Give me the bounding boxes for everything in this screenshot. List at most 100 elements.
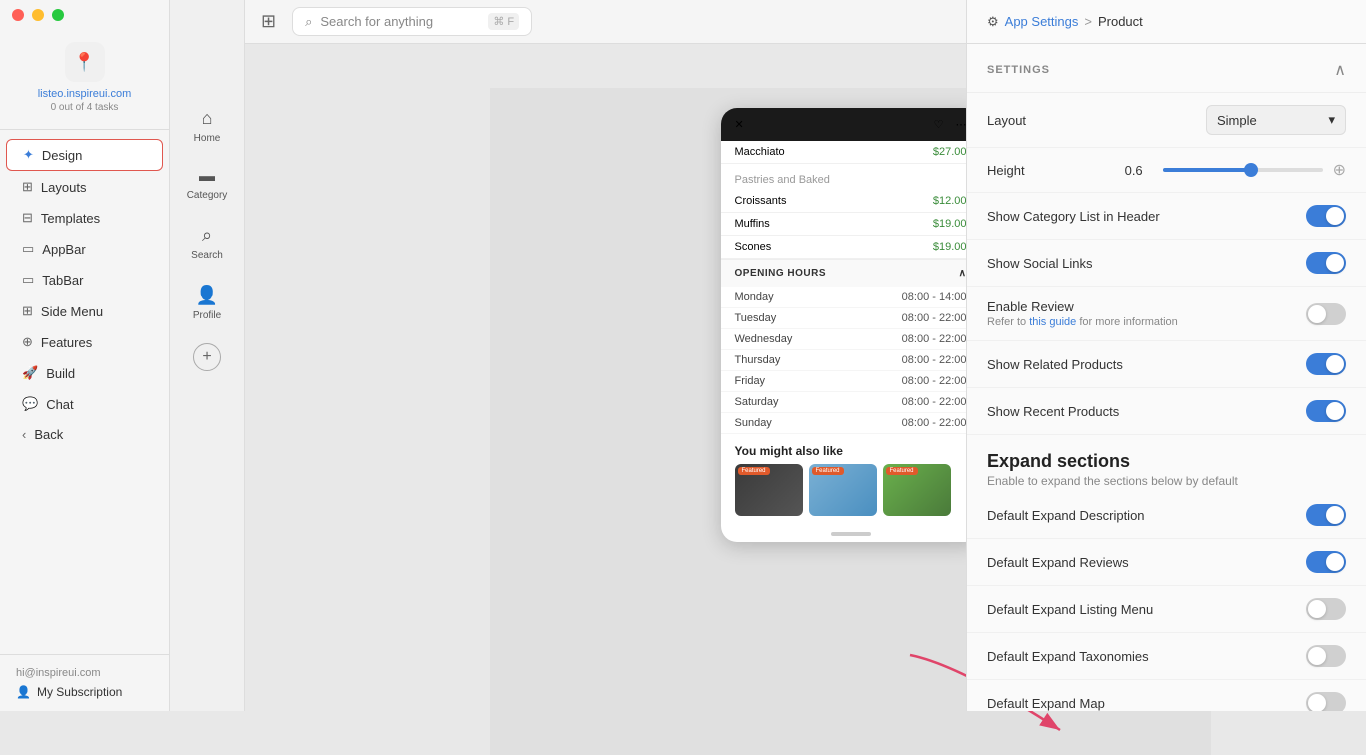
hours-sunday: Sunday 08:00 - 22:00 xyxy=(721,413,981,434)
sidebar-nav: ✦ Design ⊞ Layouts ⊟ Templates ▭ AppBar … xyxy=(0,130,169,654)
subscription-link[interactable]: 👤 My Subscription xyxy=(16,685,153,699)
settings-layout-row: Layout Simple ▾ xyxy=(967,93,1366,148)
sidebar-item-build[interactable]: 🚀 Build xyxy=(6,358,163,388)
sidebar-item-back[interactable]: ‹ Back xyxy=(6,420,163,449)
opening-hours-header[interactable]: OPENING HOURS ∧ xyxy=(721,259,981,287)
nav-home[interactable]: ⌂ Home xyxy=(177,98,237,154)
hours-value: 08:00 - 22:00 xyxy=(902,375,967,387)
item-price: $19.00 xyxy=(933,218,967,230)
toggle-enable-review-switch[interactable] xyxy=(1306,303,1346,325)
toggle-expand-desc-switch[interactable] xyxy=(1306,504,1346,526)
day-label: Friday xyxy=(735,375,766,387)
toggle-show-related: Show Related Products xyxy=(967,341,1366,388)
search-shortcut: ⌘ F xyxy=(488,13,519,30)
sidebar-item-sidemenu[interactable]: ⊞ Side Menu xyxy=(6,296,163,326)
maximize-button[interactable] xyxy=(52,9,64,21)
hours-wednesday: Wednesday 08:00 - 22:00 xyxy=(721,329,981,350)
toggle-expand-map-switch[interactable] xyxy=(1306,692,1346,711)
layouts-icon: ⊞ xyxy=(22,179,33,195)
expand-sections-heading: Expand sections Enable to expand the sec… xyxy=(967,435,1366,492)
templates-icon: ⊟ xyxy=(22,210,33,226)
nav-panel: ⌂ Home ▬ Category ⌕ Search 👤 Profile + xyxy=(170,0,245,711)
titlebar xyxy=(0,0,170,30)
user-icon: 👤 xyxy=(16,685,31,699)
layout-label: Layout xyxy=(987,113,1026,128)
breadcrumb-bar: ⚙ App Settings > Product xyxy=(966,0,1366,44)
nav-category[interactable]: ▬ Category xyxy=(177,158,237,211)
add-nav-item-button[interactable]: + xyxy=(193,343,221,371)
sidebar-item-chat[interactable]: 💬 Chat xyxy=(6,389,163,419)
sidebar-item-label: Templates xyxy=(41,211,100,226)
build-icon: 🚀 xyxy=(22,365,38,381)
sidebar-item-layouts[interactable]: ⊞ Layouts xyxy=(6,172,163,202)
sidebar-item-templates[interactable]: ⊟ Templates xyxy=(6,203,163,233)
settings-icon: ⚙ xyxy=(987,14,999,30)
featured-badge-3: Featured xyxy=(886,467,918,475)
guide-link[interactable]: this guide xyxy=(1029,316,1076,328)
nav-search[interactable]: ⌕ Search xyxy=(177,215,237,271)
layout-select[interactable]: Simple ▾ xyxy=(1206,105,1346,135)
nav-profile[interactable]: 👤 Profile xyxy=(177,275,237,331)
toggle-show-social-switch[interactable] xyxy=(1306,252,1346,274)
sidebar-item-label: AppBar xyxy=(42,242,85,257)
menu-item-croissants: Croissants $12.00 xyxy=(721,190,981,213)
slider-fill xyxy=(1163,168,1251,172)
opening-hours-label: OPENING HOURS xyxy=(735,268,827,279)
day-label: Tuesday xyxy=(735,312,777,324)
toggle-knob xyxy=(1308,694,1326,711)
toggle-expand-reviews-switch[interactable] xyxy=(1306,551,1346,573)
hours-friday: Friday 08:00 - 22:00 xyxy=(721,371,981,392)
sidebar-item-appbar[interactable]: ▭ AppBar xyxy=(6,234,163,264)
design-icon: ✦ xyxy=(23,147,34,163)
more-icon[interactable]: ⋯ xyxy=(956,118,967,131)
search-input[interactable]: Search for anything xyxy=(320,14,433,29)
close-button[interactable] xyxy=(12,9,24,21)
apps-grid-icon[interactable]: ⊞ xyxy=(261,11,276,32)
recommendations-list: Featured Featured Featured xyxy=(721,464,981,526)
sidebar-item-design[interactable]: ✦ Design xyxy=(6,139,163,171)
featured-badge-2: Featured xyxy=(812,467,844,475)
phone-close-icon[interactable]: ✕ xyxy=(735,118,744,131)
logo-icon: 📍 xyxy=(65,42,105,82)
sidebar: 📍 listeo.inspireui.com 0 out of 4 tasks … xyxy=(0,0,170,711)
toggle-knob xyxy=(1308,647,1326,665)
breadcrumb-current: Product xyxy=(1098,14,1143,29)
toggle-knob xyxy=(1326,207,1344,225)
toggle-show-recent-switch[interactable] xyxy=(1306,400,1346,422)
section-title-pastries: Pastries and Baked xyxy=(721,164,981,190)
reset-icon[interactable]: ⊕ xyxy=(1333,160,1346,180)
sidebar-item-tabbar[interactable]: ▭ TabBar xyxy=(6,265,163,295)
toggle-knob xyxy=(1326,553,1344,571)
settings-title: SETTINGS xyxy=(987,64,1050,76)
review-sublabel: Refer to this guide for more information xyxy=(987,316,1178,328)
toggle-expand-reviews: Default Expand Reviews xyxy=(967,539,1366,586)
slider-thumb[interactable] xyxy=(1244,163,1258,177)
menu-item-scones: Scones $19.00 xyxy=(721,236,981,259)
search-icon: ⌕ xyxy=(305,14,312,30)
day-label: Thursday xyxy=(735,354,781,366)
hours-value: 08:00 - 22:00 xyxy=(902,312,967,324)
hours-value: 08:00 - 22:00 xyxy=(902,333,967,345)
collapse-settings-button[interactable]: ∧ xyxy=(1334,60,1346,80)
sidebar-item-label: Side Menu xyxy=(41,304,103,319)
hours-monday: Monday 08:00 - 14:00 xyxy=(721,287,981,308)
heart-icon[interactable]: ♡ xyxy=(934,118,944,131)
minimize-button[interactable] xyxy=(32,9,44,21)
toggle-knob xyxy=(1326,355,1344,373)
toggle-show-related-switch[interactable] xyxy=(1306,353,1346,375)
featured-badge-1: Featured xyxy=(738,467,770,475)
toggle-show-category-switch[interactable] xyxy=(1306,205,1346,227)
item-name: Macchiato xyxy=(735,146,785,158)
sidebar-item-features[interactable]: ⊕ Features xyxy=(6,327,163,357)
search-bar[interactable]: ⌕ Search for anything ⌘ F xyxy=(292,7,532,36)
height-slider[interactable] xyxy=(1163,168,1323,172)
toggle-expand-taxonomies-switch[interactable] xyxy=(1306,645,1346,667)
scroll-indicator xyxy=(831,532,871,536)
toggle-enable-review: Enable Review Refer to this guide for mo… xyxy=(967,287,1366,341)
app-settings-link[interactable]: App Settings xyxy=(1005,14,1079,29)
logo-url[interactable]: listeo.inspireui.com xyxy=(38,88,132,100)
chat-icon: 💬 xyxy=(22,396,38,412)
toggle-show-recent: Show Recent Products xyxy=(967,388,1366,435)
thumb-item-1: Featured xyxy=(735,464,803,516)
toggle-expand-listing-switch[interactable] xyxy=(1306,598,1346,620)
